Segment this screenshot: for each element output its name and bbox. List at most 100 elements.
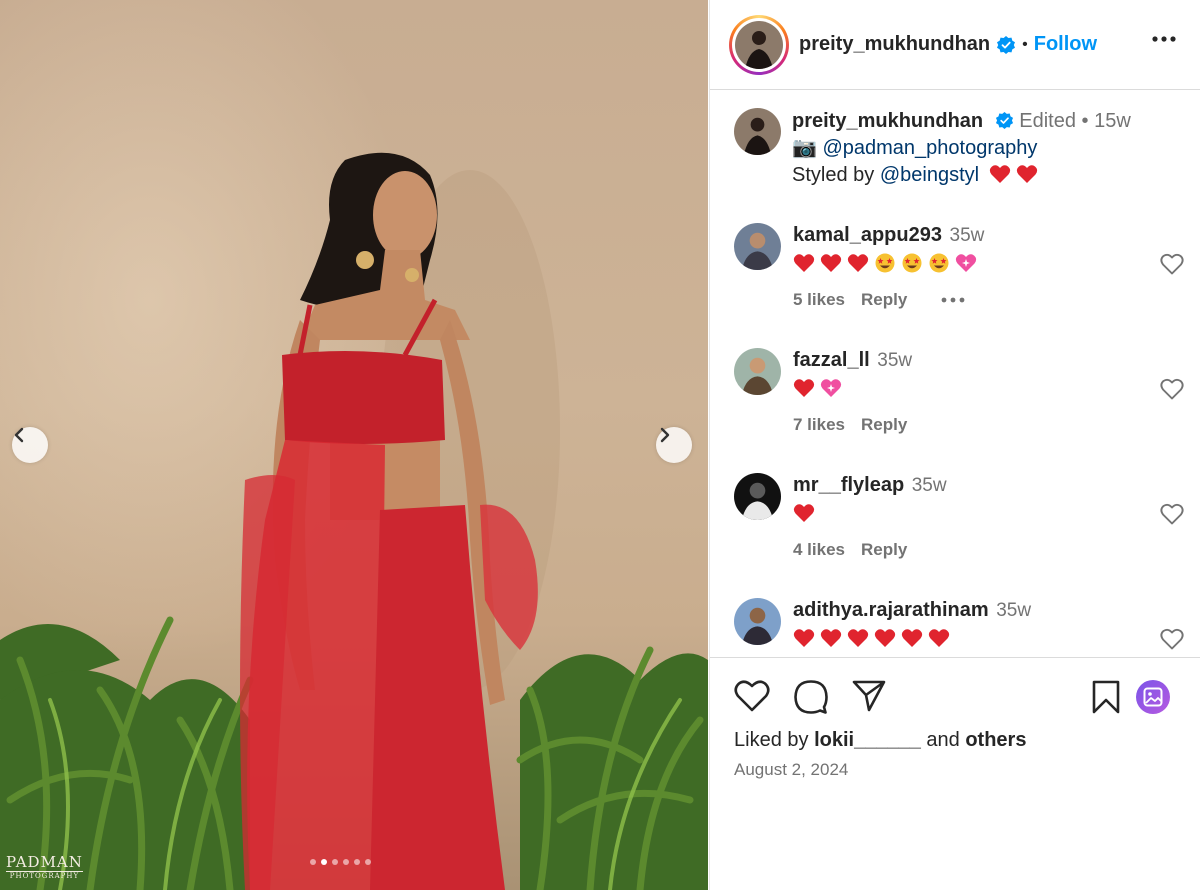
carousel-dot bbox=[343, 859, 349, 865]
caption-hearts bbox=[989, 164, 1038, 184]
comment-meta: 4 likes Reply bbox=[793, 540, 947, 560]
watermark-subtitle: PHOTOGRAPHY bbox=[6, 871, 83, 880]
comment-like-heart-icon[interactable] bbox=[1160, 378, 1184, 400]
comment-like-heart-icon[interactable] bbox=[1160, 628, 1184, 650]
comment-time[interactable]: 35w bbox=[950, 225, 985, 246]
red-heart-emoji-icon bbox=[847, 254, 869, 272]
commenter-username[interactable]: fazzal_ll bbox=[793, 349, 870, 371]
comment-time[interactable]: 35w bbox=[877, 350, 912, 371]
comment-likes-count[interactable]: 5 likes bbox=[793, 290, 845, 310]
caption-username[interactable]: preity_mukhundhan bbox=[792, 110, 983, 132]
reply-button[interactable]: Reply bbox=[861, 540, 907, 560]
photo-credit-mention[interactable]: @padman_photography bbox=[822, 137, 1037, 159]
edited-label: Edited bbox=[1019, 110, 1076, 132]
more-icon[interactable] bbox=[1152, 36, 1176, 42]
carousel-dot bbox=[310, 859, 316, 865]
follow-button[interactable]: Follow bbox=[1034, 33, 1097, 56]
commenter-avatar[interactable] bbox=[734, 223, 781, 270]
post-header: preity_mukhundhan • Follow bbox=[710, 0, 1200, 90]
comment-like-heart-icon[interactable] bbox=[1160, 503, 1184, 525]
caption-time[interactable]: 15w bbox=[1094, 110, 1131, 132]
liked-by-summary: Liked by lokii______ and others bbox=[734, 729, 1026, 752]
commenter-username[interactable]: kamal_appu293 bbox=[793, 224, 942, 246]
comment-item: mr__flyleap 35w 4 likes Reply bbox=[734, 473, 1184, 560]
photo-illustration bbox=[0, 152, 708, 890]
red-heart-emoji-icon bbox=[847, 629, 869, 647]
bookmark-icon[interactable] bbox=[1092, 680, 1120, 714]
commenter-username[interactable]: mr__flyleap bbox=[793, 474, 904, 496]
red-heart-emoji-icon bbox=[901, 629, 923, 647]
liked-prefix: Liked by bbox=[734, 729, 809, 751]
watermark-title: PADMAN bbox=[6, 853, 83, 871]
comment-item: kamal_appu293 35w 5 likes Reply bbox=[734, 223, 1184, 310]
comment-time[interactable]: 35w bbox=[996, 600, 1031, 621]
post-caption: preity_mukhundhan Edited • 15w 📷 @padman… bbox=[734, 108, 1131, 189]
comment-time[interactable]: 35w bbox=[912, 475, 947, 496]
post-side-panel: preity_mukhundhan • Follow preity_mukhun… bbox=[709, 0, 1200, 890]
red-heart-emoji-icon bbox=[820, 629, 842, 647]
comment-icon[interactable] bbox=[794, 680, 828, 714]
author-username[interactable]: preity_mukhundhan bbox=[799, 33, 990, 56]
comment-text bbox=[793, 627, 1031, 649]
comment-item: fazzal_ll 35w 7 likes Reply bbox=[734, 348, 1184, 435]
sparkling-heart-emoji-icon bbox=[955, 254, 977, 272]
carousel-dot bbox=[321, 859, 327, 865]
comment-meta: 5 likes Reply bbox=[793, 290, 984, 310]
comment-likes-count[interactable]: 4 likes bbox=[793, 540, 845, 560]
comment-more-icon[interactable] bbox=[941, 297, 965, 303]
carousel-dot bbox=[332, 859, 338, 865]
comment-meta: 7 likes Reply bbox=[793, 415, 912, 435]
comment-text bbox=[793, 377, 912, 399]
previous-photo-button[interactable] bbox=[12, 427, 48, 463]
verified-icon bbox=[997, 35, 1016, 54]
chevron-left-icon bbox=[14, 427, 24, 443]
commenter-avatar[interactable] bbox=[734, 348, 781, 395]
red-heart-emoji-icon bbox=[874, 629, 896, 647]
carousel-dot bbox=[365, 859, 371, 865]
red-heart-emoji-icon bbox=[793, 504, 815, 522]
comment-text bbox=[793, 502, 947, 524]
stylist-mention[interactable]: @beingstyl bbox=[880, 164, 979, 186]
sparkling-heart-emoji-icon bbox=[820, 379, 842, 397]
reply-button[interactable]: Reply bbox=[861, 290, 907, 310]
red-heart-emoji-icon bbox=[928, 629, 950, 647]
gallery-icon[interactable] bbox=[1136, 680, 1170, 714]
camera-emoji: 📷 bbox=[792, 137, 817, 159]
liked-others-link[interactable]: others bbox=[965, 729, 1026, 751]
star-struck-emoji-icon bbox=[875, 253, 895, 273]
commenter-username[interactable]: adithya.rajarathinam bbox=[793, 599, 989, 621]
author-avatar bbox=[735, 20, 783, 69]
comment-text bbox=[793, 252, 984, 274]
commenter-avatar[interactable] bbox=[734, 473, 781, 520]
post-photo: PADMAN PHOTOGRAPHY bbox=[0, 0, 708, 890]
star-struck-emoji-icon bbox=[902, 253, 922, 273]
carousel-indicator bbox=[310, 859, 371, 865]
styled-by-label: Styled by bbox=[792, 164, 875, 186]
image-icon bbox=[1143, 687, 1163, 707]
comment-like-heart-icon[interactable] bbox=[1160, 253, 1184, 275]
caption-author-avatar[interactable] bbox=[734, 108, 781, 155]
liked-user-link[interactable]: lokii______ bbox=[814, 729, 921, 751]
author-avatar-story-ring[interactable] bbox=[729, 14, 789, 75]
like-heart-icon[interactable] bbox=[734, 680, 770, 712]
verified-icon bbox=[995, 111, 1013, 130]
red-heart-emoji-icon bbox=[793, 379, 815, 397]
red-heart-emoji-icon bbox=[793, 254, 815, 272]
header-separator: • bbox=[1022, 35, 1028, 53]
caption-separator: • bbox=[1081, 110, 1089, 132]
share-icon[interactable] bbox=[852, 680, 886, 712]
red-heart-emoji-icon bbox=[820, 254, 842, 272]
star-struck-emoji-icon bbox=[929, 253, 949, 273]
post-date[interactable]: August 2, 2024 bbox=[734, 760, 848, 780]
reply-button[interactable]: Reply bbox=[861, 415, 907, 435]
chevron-right-icon bbox=[660, 427, 670, 443]
red-heart-emoji-icon bbox=[989, 165, 1010, 183]
photographer-watermark: PADMAN PHOTOGRAPHY bbox=[6, 855, 83, 880]
commenter-avatar[interactable] bbox=[734, 598, 781, 645]
post-actions: Liked by lokii______ and others August 2… bbox=[710, 657, 1200, 890]
red-heart-emoji-icon bbox=[793, 629, 815, 647]
next-photo-button[interactable] bbox=[656, 427, 692, 463]
comment-item: adithya.rajarathinam 35w bbox=[734, 598, 1184, 650]
comment-likes-count[interactable]: 7 likes bbox=[793, 415, 845, 435]
liked-and: and bbox=[926, 729, 960, 751]
